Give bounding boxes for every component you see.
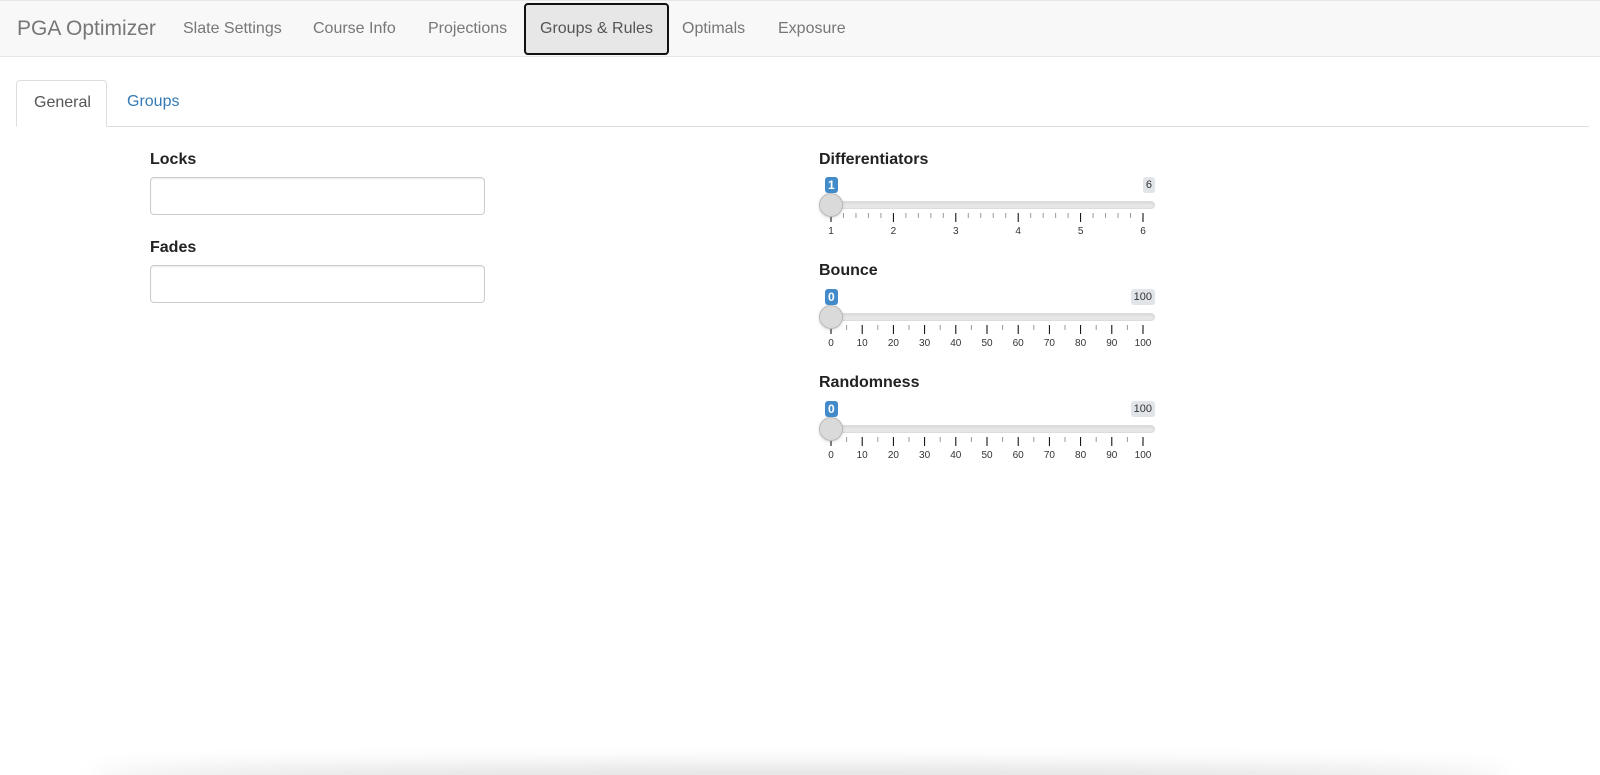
tick-label: 30 [919,450,931,461]
top-navbar: PGA Optimizer Slate Settings Course Info… [0,0,1600,57]
tick-label: 70 [1044,338,1056,349]
slider-handle[interactable] [819,417,843,441]
locks-input[interactable] [150,177,485,215]
locks-label: Locks [150,151,197,168]
tick-label: 0 [828,450,834,461]
differentiators-label: Differentiators [819,151,929,168]
nav-optimals[interactable]: Optimals [682,3,745,55]
slider-value-badge: 1 [825,177,838,193]
randomness-label: Randomness [819,374,920,391]
tick-label: 3 [953,226,959,237]
bounce-label: Bounce [819,262,878,279]
tick-label: 30 [919,338,931,349]
tick-label: 1 [828,226,834,237]
tick-label: 40 [950,450,962,461]
tick-label: 40 [950,338,962,349]
tick-label: 50 [981,450,993,461]
slider-value-badge: 0 [825,401,838,417]
tab-general[interactable]: General [16,80,107,127]
slider-value-badge: 0 [825,289,838,305]
tick-label: 4 [1015,226,1021,237]
tick-label: 6 [1140,226,1146,237]
slider-handle[interactable] [819,193,843,217]
tick-label: 2 [891,226,897,237]
app-window: PGA Optimizer Slate Settings Course Info… [0,0,1600,775]
tick-label: 100 [1135,450,1152,461]
nav-slate-settings[interactable]: Slate Settings [183,3,282,55]
tick-label: 80 [1075,338,1087,349]
bounce-slider[interactable]: 100 0 10 20 30 40 50 60 70 80 90 100 0 [819,289,1155,369]
slider-handle[interactable] [819,305,843,329]
tabs-divider [16,126,1589,127]
nav-projections[interactable]: Projections [428,3,507,55]
tick-label: 100 [1135,338,1152,349]
tick-label: 60 [1013,338,1025,349]
randomness-slider[interactable]: 100 0 10 20 30 40 50 60 70 80 90 100 0 [819,401,1155,481]
slider-ticks: 1 2 3 4 5 6 [828,213,1146,237]
tick-label: 90 [1106,338,1118,349]
tick-label: 20 [888,338,900,349]
nav-course-info[interactable]: Course Info [313,3,396,55]
tick-label: 5 [1078,226,1084,237]
tick-label: 90 [1106,450,1118,461]
slider-ticks: 0 10 20 30 40 50 60 70 80 90 100 [828,437,1152,461]
tick-label: 0 [828,338,834,349]
tick-label: 60 [1013,450,1025,461]
fades-label: Fades [150,239,197,256]
differentiators-slider[interactable]: 6 1 2 3 4 5 6 1 [819,177,1155,257]
tick-label: 70 [1044,450,1056,461]
tick-label: 10 [857,338,869,349]
tick-label: 10 [857,450,869,461]
tick-label: 80 [1075,450,1087,461]
tick-label: 50 [981,338,993,349]
nav-groups-rules[interactable]: Groups & Rules [524,3,669,55]
nav-exposure[interactable]: Exposure [778,3,846,55]
slider-ticks: 0 10 20 30 40 50 60 70 80 90 100 [828,325,1152,349]
tick-label: 20 [888,450,900,461]
tab-groups[interactable]: Groups [110,80,196,127]
app-brand[interactable]: PGA Optimizer [17,17,156,41]
fades-input[interactable] [150,265,485,303]
